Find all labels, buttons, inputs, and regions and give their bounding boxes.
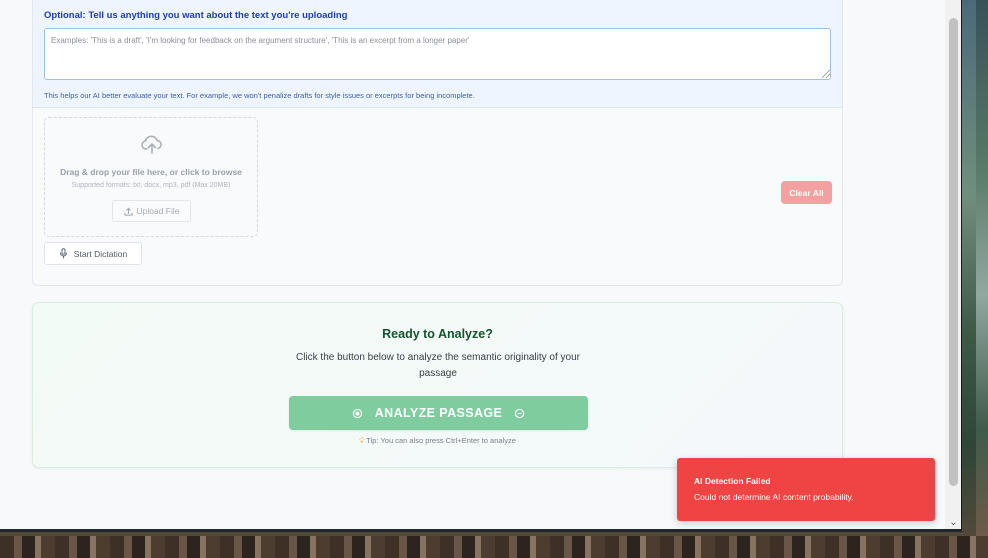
toast-message: Could not determine AI content probabili… xyxy=(694,492,854,502)
scrollbar-thumb[interactable] xyxy=(949,18,958,486)
browser-window: Optional: Tell us anything you want abou… xyxy=(0,0,962,532)
toast-title: AI Detection Failed xyxy=(694,476,771,486)
upload-icon xyxy=(123,207,133,216)
analyze-passage-button[interactable]: ANALYZE PASSAGE xyxy=(289,396,588,430)
cloud-upload-icon xyxy=(141,135,162,154)
microphone-icon xyxy=(59,248,67,259)
resize-grip-icon[interactable] xyxy=(822,70,830,78)
target-icon xyxy=(352,408,362,418)
dropzone-title: Drag & drop your file here, or click to … xyxy=(60,167,242,177)
lightbulb-icon: 💡︎ xyxy=(359,436,365,445)
context-help-text: This helps our AI better evaluate your t… xyxy=(44,91,475,100)
upload-file-label: Upload File xyxy=(136,206,180,216)
desktop-wallpaper-bottom xyxy=(0,536,988,558)
error-toast[interactable]: AI Detection Failed Could not determine … xyxy=(677,458,935,521)
upload-card: Optional: Tell us anything you want abou… xyxy=(32,0,843,286)
context-title: Optional: Tell us anything you want abou… xyxy=(44,10,348,21)
analyze-title: Ready to Analyze? xyxy=(382,327,493,341)
desktop-wallpaper-edge xyxy=(976,0,988,536)
shortcut-tip: 💡︎ Tip: You can also press Ctrl+Enter to… xyxy=(33,436,842,446)
analyze-description: Click the button below to analyze the se… xyxy=(295,352,581,379)
minus-circle-icon xyxy=(515,408,525,418)
context-textarea[interactable] xyxy=(44,28,831,80)
upload-file-button[interactable]: Upload File xyxy=(112,200,191,222)
start-dictation-label: Start Dictation xyxy=(73,248,128,259)
vertical-scrollbar[interactable]: ⌄ xyxy=(945,0,961,529)
context-panel: Optional: Tell us anything you want abou… xyxy=(33,0,842,108)
scroll-down-arrow-icon[interactable]: ⌄ xyxy=(948,517,959,528)
analyze-card: Ready to Analyze? Click the button below… xyxy=(32,302,843,468)
dropzone-formats: Supported formats: txt, docx, mp3, pdf (… xyxy=(71,182,231,189)
shortcut-tip-text: Tip: You can also press Ctrl+Enter to an… xyxy=(366,436,516,445)
clear-all-button[interactable]: Clear All xyxy=(781,181,832,204)
analyze-passage-label: ANALYZE PASSAGE xyxy=(374,406,503,420)
file-dropzone[interactable]: Drag & drop your file here, or click to … xyxy=(44,117,258,237)
start-dictation-button[interactable]: Start Dictation xyxy=(44,242,142,265)
